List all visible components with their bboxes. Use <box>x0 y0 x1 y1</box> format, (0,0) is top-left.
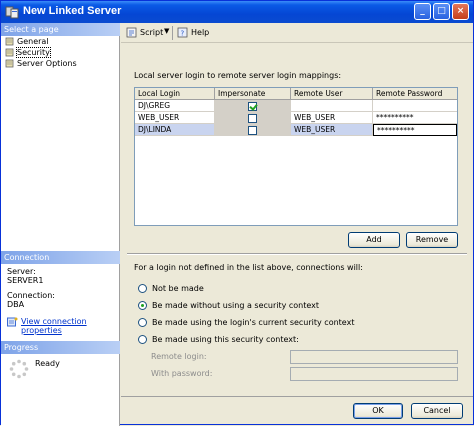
option-label: Be made using this security context: <box>152 335 299 344</box>
page-icon <box>5 48 14 57</box>
left-pane: Select a page General Security Server Op… <box>1 23 120 426</box>
connection-info: Server: SERVER1 Connection: DBA <box>7 267 117 309</box>
table-row[interactable]: DJ\GREG <box>135 100 457 112</box>
remote-password-cell[interactable]: ********** <box>373 124 457 136</box>
connection-label: Connection: <box>7 291 55 300</box>
select-page-header: Select a page <box>1 23 120 36</box>
remote-user-cell[interactable]: WEB_USER <box>291 124 373 136</box>
script-button[interactable]: Script <box>126 27 163 38</box>
script-icon <box>126 27 137 38</box>
remote-login-input[interactable] <box>290 350 458 364</box>
remove-button[interactable]: Remove <box>406 232 458 248</box>
help-label: Help <box>191 28 210 37</box>
option-not-be-made[interactable]: Not be made <box>138 283 204 294</box>
server-value: SERVER1 <box>7 276 44 285</box>
view-connection-properties-link[interactable]: View connection properties <box>7 317 119 335</box>
server-label: Server: <box>7 267 36 276</box>
view-connection-label: View connection properties <box>21 317 87 335</box>
cancel-button[interactable]: Cancel <box>411 403 463 419</box>
connection-properties-icon <box>7 317 18 327</box>
connection-header: Connection <box>1 251 120 264</box>
title-bar[interactable]: New Linked Server _ □ × <box>1 1 473 23</box>
column-header-remote-password[interactable]: Remote Password <box>373 88 457 100</box>
impersonate-checkbox[interactable] <box>248 126 257 135</box>
page-item-label: Server Options <box>17 59 77 68</box>
footer-divider <box>121 396 473 397</box>
remote-user-cell[interactable]: WEB_USER <box>291 112 373 124</box>
script-dropdown-icon[interactable]: ▼ <box>164 27 169 35</box>
toolbar-separator <box>172 26 173 40</box>
page-item-label: General <box>17 37 49 46</box>
page-item-general[interactable]: General <box>1 36 120 47</box>
mapping-label: Local server login to remote server logi… <box>134 71 342 80</box>
progress-spinner-icon <box>9 359 29 379</box>
section-divider <box>127 253 467 255</box>
impersonate-checkbox[interactable] <box>248 102 257 111</box>
page-icon <box>5 37 14 46</box>
with-password-input[interactable] <box>290 367 458 381</box>
progress-header: Progress <box>1 341 120 354</box>
login-mappings-grid[interactable]: Local Login Impersonate Remote User Remo… <box>134 87 458 226</box>
toolbar: Script ▼ ? Help <box>121 23 473 43</box>
svg-text:?: ? <box>181 30 185 38</box>
progress-status: Ready <box>35 359 60 368</box>
column-header-impersonate[interactable]: Impersonate <box>215 88 291 100</box>
page-item-security[interactable]: Security <box>1 47 120 58</box>
impersonate-cell <box>215 124 291 136</box>
remote-password-cell[interactable] <box>373 100 457 112</box>
table-row[interactable]: DJ\LINDA WEB_USER ********** <box>135 124 457 136</box>
remote-login-label: Remote login: <box>151 352 207 361</box>
page-icon <box>5 59 14 68</box>
remote-password-cell[interactable]: ********** <box>373 112 457 124</box>
radio-button[interactable] <box>138 301 147 310</box>
option-label: Not be made <box>152 284 204 293</box>
not-defined-label: For a login not defined in the list abov… <box>134 263 363 272</box>
remote-password-editor[interactable]: ********** <box>373 124 457 136</box>
with-password-label: With password: <box>151 369 213 378</box>
grid-header: Local Login Impersonate Remote User Remo… <box>135 88 457 100</box>
local-login-cell[interactable]: DJ\GREG <box>135 100 215 112</box>
column-header-local-login[interactable]: Local Login <box>135 88 215 100</box>
impersonate-cell <box>215 112 291 124</box>
radio-button[interactable] <box>138 335 147 344</box>
option-current-security-context[interactable]: Be made using the login's current securi… <box>138 317 354 328</box>
option-without-security-context[interactable]: Be made without using a security context <box>138 300 319 311</box>
linked-server-icon <box>5 6 19 19</box>
help-icon: ? <box>177 27 188 38</box>
script-label: Script <box>140 28 164 37</box>
option-this-security-context[interactable]: Be made using this security context: <box>138 334 299 345</box>
minimize-button[interactable]: _ <box>414 3 431 20</box>
local-login-cell[interactable]: WEB_USER <box>135 112 215 124</box>
dialog-window: New Linked Server _ □ × Select a page Ge… <box>0 0 474 426</box>
impersonate-checkbox[interactable] <box>248 114 257 123</box>
help-button[interactable]: ? Help <box>177 27 209 38</box>
page-list: General Security Server Options <box>1 36 120 69</box>
close-button[interactable]: × <box>452 3 469 20</box>
option-label: Be made without using a security context <box>152 301 320 310</box>
maximize-button[interactable]: □ <box>433 3 450 20</box>
window-title: New Linked Server <box>23 5 122 17</box>
page-item-label: Security <box>16 47 51 58</box>
radio-button[interactable] <box>138 318 147 327</box>
connection-value: DBA <box>7 300 25 309</box>
column-header-remote-user[interactable]: Remote User <box>291 88 373 100</box>
option-label: Be made using the login's current securi… <box>152 318 355 327</box>
ok-button[interactable]: OK <box>353 403 403 419</box>
table-row[interactable]: WEB_USER WEB_USER ********** <box>135 112 457 124</box>
impersonate-cell <box>215 100 291 112</box>
remote-user-cell[interactable] <box>291 100 373 112</box>
radio-button[interactable] <box>138 284 147 293</box>
remote-password-value: ********** <box>377 126 415 135</box>
local-login-cell[interactable]: DJ\LINDA <box>135 124 215 136</box>
page-item-server-options[interactable]: Server Options <box>1 58 120 69</box>
add-button[interactable]: Add <box>348 232 400 248</box>
